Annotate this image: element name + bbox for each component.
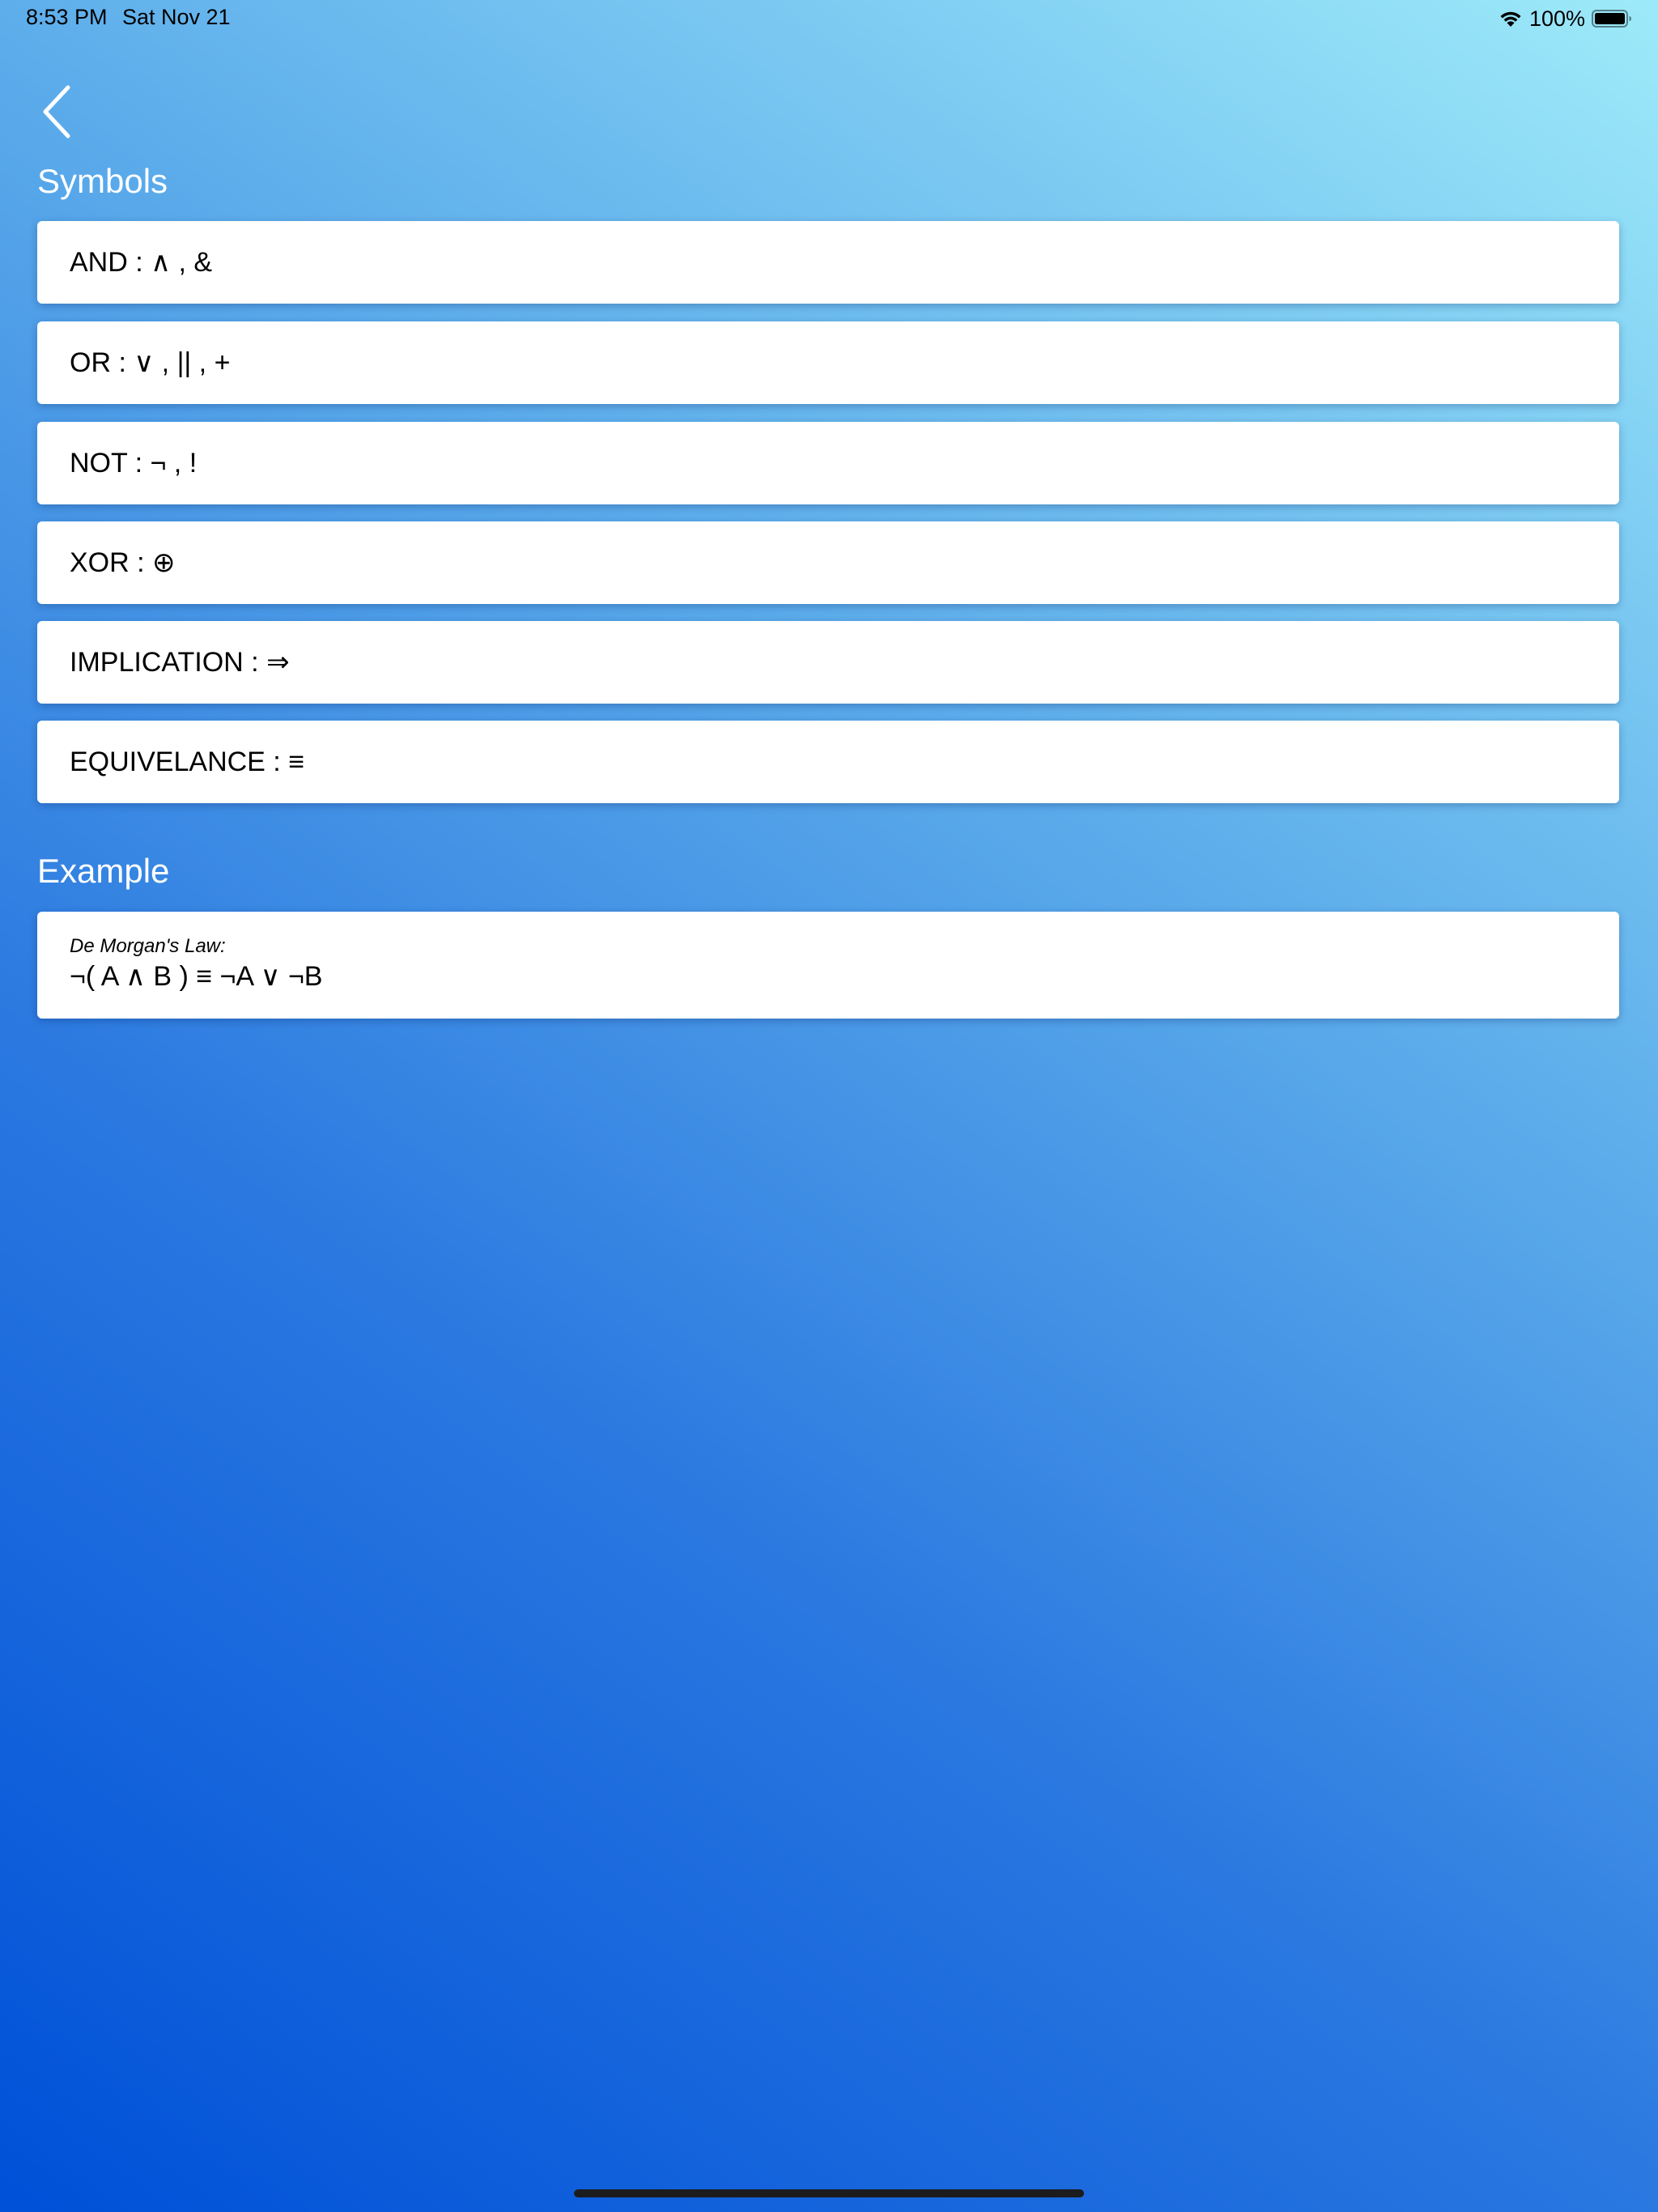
battery-percent: 100% — [1528, 6, 1585, 31]
chevron-left-icon — [39, 84, 74, 143]
symbol-card-label: AND : ∧ , & — [70, 247, 213, 278]
symbol-card-xor[interactable]: XOR : ⊕ — [37, 521, 1619, 604]
symbol-card-label: IMPLICATION : ⇒ — [70, 647, 290, 678]
symbol-card-label: XOR : ⊕ — [70, 547, 176, 578]
back-button[interactable] — [32, 81, 81, 146]
home-indicator[interactable] — [574, 2189, 1084, 2197]
example-section-title: Example — [37, 852, 170, 890]
status-date: Sat Nov 21 — [122, 5, 231, 29]
status-bar: 8:53 PM Sat Nov 21 100% — [0, 0, 1658, 40]
symbol-card-implication[interactable]: IMPLICATION : ⇒ — [37, 621, 1619, 704]
symbol-card-label: OR : ∨ , || , + — [70, 347, 231, 378]
wifi-icon — [1499, 9, 1523, 28]
symbol-card-label: NOT : ¬ , ! — [70, 447, 198, 479]
battery-icon — [1592, 9, 1632, 28]
status-indicators: 100% — [1499, 5, 1632, 32]
example-caption: De Morgan's Law: — [70, 935, 226, 957]
symbol-card-equivalence[interactable]: EQUIVELANCE : ≡ — [37, 721, 1619, 803]
example-formula: ¬( A ∧ B ) ≡ ¬A ∨ ¬B — [70, 961, 323, 992]
example-card: De Morgan's Law: ¬( A ∧ B ) ≡ ¬A ∨ ¬B — [37, 912, 1619, 1019]
symbol-card-and[interactable]: AND : ∧ , & — [37, 221, 1619, 304]
symbol-card-or[interactable]: OR : ∨ , || , + — [37, 321, 1619, 404]
status-time: 8:53 PM — [26, 5, 108, 29]
symbol-card-label: EQUIVELANCE : ≡ — [70, 746, 305, 777]
symbols-section-title: Symbols — [37, 162, 168, 200]
symbol-card-not[interactable]: NOT : ¬ , ! — [37, 422, 1619, 504]
